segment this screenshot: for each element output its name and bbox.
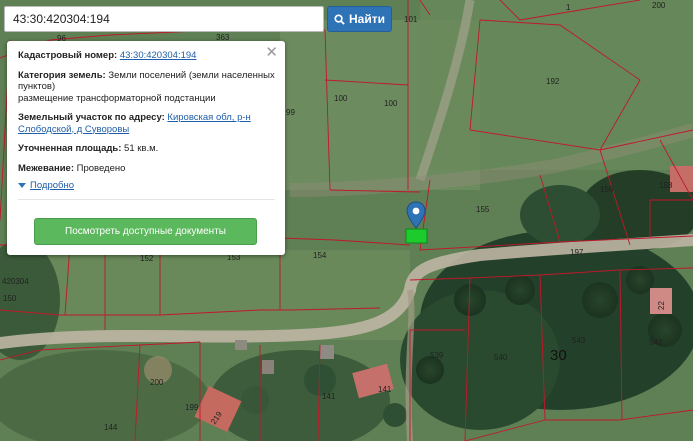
plot-label: 539 [430, 351, 444, 360]
plot-label: 141 [322, 392, 336, 401]
close-icon[interactable]: ✕ [265, 45, 278, 60]
search-input[interactable] [5, 7, 323, 31]
plot-label: 150 [3, 294, 17, 303]
address-link[interactable]: Кировская обл, р-н [167, 112, 250, 123]
plot-label: 100 [384, 99, 398, 108]
plot-label: 200 [652, 1, 666, 10]
plot-label: 192 [546, 77, 560, 86]
plot-label: 540 [494, 353, 508, 362]
land-category-row: Категория земель: Земли поселений (земли… [18, 70, 275, 105]
search-bar [4, 6, 324, 32]
divider [18, 199, 275, 200]
area-value: 51 кв.м. [124, 143, 159, 154]
plot-label: 542 [649, 338, 663, 347]
cadastral-number-label: Кадастровый номер: [18, 50, 118, 61]
details-link[interactable]: Подробно [30, 180, 74, 191]
plot-label: 199 [185, 403, 199, 412]
address-row: Земельный участок по адресу: Кировская о… [18, 112, 275, 135]
view-documents-button[interactable]: Посмотреть доступные документы [34, 218, 257, 245]
land-usage-value: размещение трансформаторной подстанции [18, 92, 216, 104]
address-link-line2[interactable]: Слободской, д Суворовы [18, 124, 129, 135]
details-toggle[interactable]: Подробно [18, 180, 275, 191]
address-label: Земельный участок по адресу: [18, 112, 165, 123]
parcel-info-popup: ✕ Кадастровый номер: 43:30:420304:194 Ка… [7, 41, 285, 255]
search-button[interactable]: Найти [327, 6, 392, 32]
plot-label: 420304 [2, 277, 29, 286]
land-category-label: Категория земель: [18, 69, 106, 81]
cadastral-number-link[interactable]: 43:30:420304:194 [120, 50, 197, 61]
plot-label: 155 [476, 205, 490, 214]
plot-label: 1 [566, 3, 571, 12]
plot-label: 152 [140, 254, 154, 263]
search-button-label: Найти [349, 12, 385, 26]
plot-label: 100 [334, 94, 348, 103]
survey-value: Проведено [76, 162, 126, 174]
cadastral-number-row: Кадастровый номер: 43:30:420304:194 [18, 50, 275, 62]
chevron-down-icon [18, 183, 26, 188]
quarter-label: 30 [550, 347, 567, 364]
survey-label: Межевание: [18, 162, 74, 174]
plot-label: 158 [659, 181, 673, 190]
search-icon [334, 13, 345, 25]
plot-label: 101 [404, 15, 418, 24]
plot-label: 99 [286, 108, 295, 117]
plot-label: 154 [313, 251, 327, 260]
plot-label: 22 [657, 301, 666, 310]
plot-label: 543 [572, 336, 586, 345]
plot-label: 141 [378, 385, 392, 394]
plot-label: 156 [600, 185, 614, 194]
map-pin-icon[interactable] [405, 201, 427, 245]
area-label: Уточненная площадь: [18, 143, 122, 154]
area-row: Уточненная площадь: 51 кв.м. [18, 143, 275, 155]
plot-label: 197 [570, 248, 584, 257]
plot-label: 144 [104, 423, 118, 432]
plot-label: 200 [150, 378, 164, 387]
survey-row: Межевание: Проведено [18, 163, 275, 175]
